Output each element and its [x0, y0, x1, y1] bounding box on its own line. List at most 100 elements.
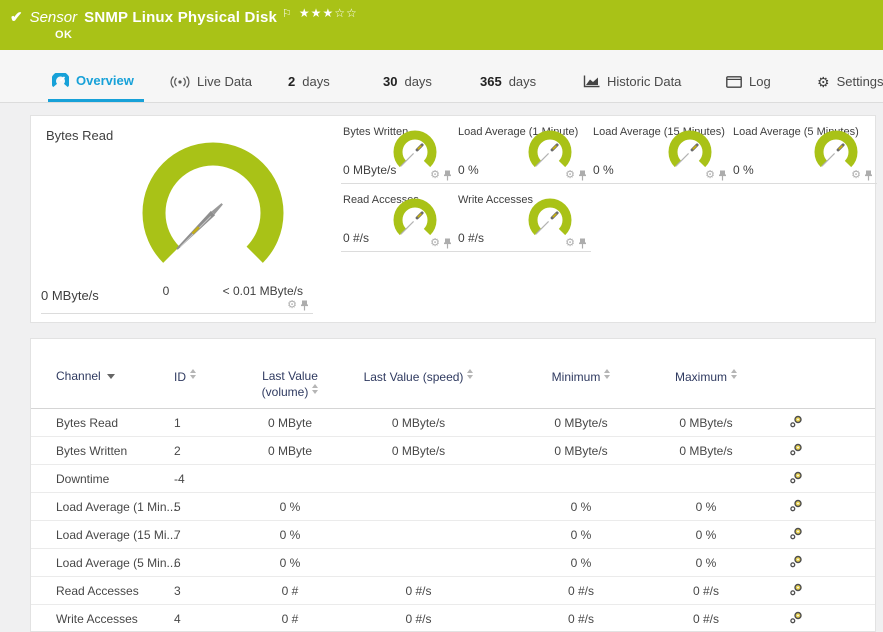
- cell-min: 0 #/s: [567, 583, 594, 598]
- sort-icon: [312, 384, 319, 394]
- pin-icon[interactable]: [578, 238, 587, 249]
- column-channel[interactable]: Channel: [31, 369, 174, 384]
- status-check-icon: ✔: [10, 9, 23, 26]
- gauge-read-accesses: Read Accesses 0 #/s ⚙: [341, 184, 456, 252]
- cell-id: -4: [174, 471, 185, 486]
- sensor-title-row: ✔ Sensor SNMP Linux Physical Disk ⚐ ★★★☆…: [10, 6, 358, 26]
- gauge-bytes-written: Bytes Written 0 MByte/s ⚙: [341, 116, 456, 184]
- table-row-downtime: Downtime -4: [31, 465, 875, 493]
- tab-overview[interactable]: Overview: [48, 61, 144, 102]
- tab-30-days[interactable]: 30 days: [375, 61, 440, 102]
- edit-channel-icon[interactable]: [751, 443, 875, 459]
- cell-max: 0 #/s: [692, 611, 719, 626]
- small-gauges-grid: Bytes Written 0 MByte/s ⚙ Load Average (: [341, 116, 877, 252]
- gear-icon: ⚙: [817, 73, 830, 90]
- gear-icon[interactable]: ⚙: [565, 170, 575, 181]
- edit-channel-icon[interactable]: [751, 527, 875, 543]
- tab-log[interactable]: Log: [718, 61, 779, 102]
- gear-icon[interactable]: ⚙: [565, 238, 575, 249]
- cell-channel[interactable]: Bytes Written: [31, 444, 174, 458]
- cell-channel[interactable]: Read Accesses: [31, 584, 174, 598]
- table-row-bytes-read: Bytes Read 1 0 MByte 0 MByte/s 0 MByte/s…: [31, 409, 875, 437]
- cell-channel[interactable]: Load Average (15 Mi...: [31, 528, 177, 542]
- pin-icon[interactable]: [443, 238, 452, 249]
- column-maximum[interactable]: Maximum: [661, 369, 751, 385]
- gear-icon[interactable]: ⚙: [705, 170, 715, 181]
- gauge-value: 0 #/s: [343, 231, 370, 245]
- tab-settings[interactable]: ⚙ Settings: [809, 61, 883, 102]
- sensor-header: ✔ Sensor SNMP Linux Physical Disk ⚐ ★★★☆…: [0, 0, 883, 50]
- gauge-write-accesses: Write Accesses 0 #/s ⚙: [456, 184, 591, 252]
- gauge-icon: [52, 72, 69, 88]
- gear-icon[interactable]: ⚙: [430, 170, 440, 181]
- sort-icon: [467, 369, 474, 379]
- cell-id: 3: [174, 583, 181, 598]
- gauge-bytes-read: Bytes Read 0 < 0.01 MByte/s 0 MByte/s ⚙: [31, 116, 321, 316]
- cell-id: 5: [174, 499, 181, 514]
- cell-channel[interactable]: Bytes Read: [31, 416, 174, 430]
- pin-icon[interactable]: [718, 170, 727, 181]
- tab-label: days: [302, 74, 330, 89]
- gauge-title: Write Accesses: [458, 194, 533, 206]
- cell-max: 0 MByte/s: [679, 415, 733, 430]
- column-minimum[interactable]: Minimum: [501, 369, 661, 385]
- edit-channel-icon[interactable]: [751, 611, 875, 627]
- gear-icon[interactable]: ⚙: [287, 300, 297, 311]
- column-last-value-volume[interactable]: Last Value (volume): [244, 369, 336, 400]
- column-id[interactable]: ID: [174, 369, 244, 385]
- flag-icon[interactable]: ⚐: [282, 7, 292, 20]
- cell-volume: 0 %: [279, 499, 301, 514]
- cell-min: 0 MByte/s: [554, 415, 608, 430]
- column-last-value-speed[interactable]: Last Value (speed): [336, 369, 501, 385]
- tab-label: Settings: [836, 74, 883, 89]
- tab-live-data[interactable]: Live Data: [162, 61, 260, 102]
- stars-empty[interactable]: ☆☆: [334, 6, 358, 20]
- cell-max: 0 %: [695, 527, 717, 542]
- gauge-load-average-15min: Load Average (15 Minutes) 0 % ⚙: [591, 116, 731, 184]
- edit-channel-icon[interactable]: [751, 415, 875, 431]
- gauge-value: 0 %: [593, 163, 614, 177]
- sensor-title: SNMP Linux Physical Disk: [84, 8, 278, 26]
- pin-icon[interactable]: [864, 170, 873, 181]
- cell-min: 0 #/s: [567, 611, 594, 626]
- tab-number: 365: [480, 74, 502, 89]
- tab-2-days[interactable]: 2 days: [280, 61, 338, 102]
- sort-icon: [604, 369, 611, 379]
- pin-icon[interactable]: [300, 300, 309, 311]
- gauges-panel: Bytes Read 0 < 0.01 MByte/s 0 MByte/s ⚙: [30, 115, 877, 323]
- cell-channel[interactable]: Write Accesses: [31, 612, 174, 626]
- cell-channel[interactable]: Load Average (1 Min...: [31, 500, 177, 514]
- cell-id: 6: [174, 555, 181, 570]
- tab-label: Log: [749, 74, 771, 89]
- gauge-scale-max: < 0.01 MByte/s: [222, 284, 303, 298]
- sort-desc-icon: [106, 374, 115, 379]
- tab-number: 2: [288, 74, 296, 89]
- pin-icon[interactable]: [443, 170, 452, 181]
- tab-label: days: [404, 74, 432, 89]
- tab-365-days[interactable]: 365 days: [472, 61, 544, 102]
- tab-label: days: [508, 74, 537, 89]
- tab-historic-data[interactable]: Historic Data: [575, 61, 689, 102]
- gauge-dial: [142, 142, 284, 263]
- priority-stars[interactable]: ★★★☆☆: [299, 6, 358, 20]
- gauge-load-average-1min: Load Average (1 Minute) 0 % ⚙: [456, 116, 591, 184]
- pin-icon[interactable]: [578, 170, 587, 181]
- tab-number: 30: [383, 74, 398, 89]
- cell-channel[interactable]: Load Average (5 Min...: [31, 556, 177, 570]
- gauge-scale-min: 0: [162, 284, 170, 298]
- edit-channel-icon[interactable]: [751, 499, 875, 515]
- cell-volume: 0 %: [279, 527, 301, 542]
- edit-channel-icon[interactable]: [751, 583, 875, 599]
- gauge-actions: ⚙: [430, 238, 452, 249]
- empty-cell: [731, 184, 877, 252]
- edit-channel-icon[interactable]: [751, 555, 875, 571]
- gear-icon[interactable]: ⚙: [430, 238, 440, 249]
- gauge-load-average-5min: Load Average (5 Minutes) 0 % ⚙: [731, 116, 877, 184]
- stars-filled[interactable]: ★★★: [299, 6, 334, 20]
- tab-label: Overview: [76, 72, 134, 88]
- edit-channel-icon[interactable]: [751, 471, 875, 487]
- cell-id: 1: [174, 415, 181, 430]
- gear-icon[interactable]: ⚙: [851, 170, 861, 181]
- object-kind-label: Sensor: [29, 8, 78, 26]
- cell-channel[interactable]: Downtime: [31, 472, 174, 486]
